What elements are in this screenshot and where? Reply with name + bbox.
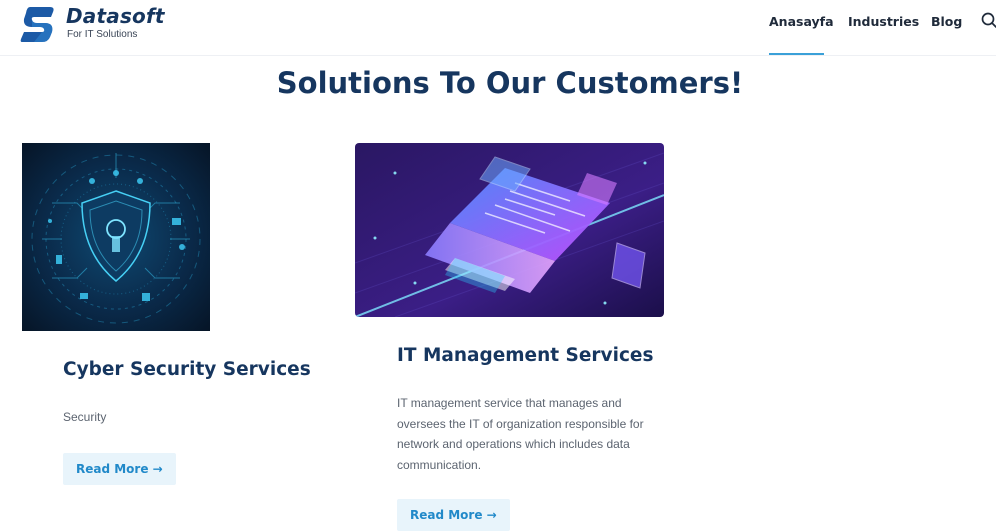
card-title[interactable]: IT Management Services [397, 344, 653, 368]
nav-item-anasayfa[interactable]: Anasayfa [769, 13, 834, 31]
nav-item-blog[interactable]: Blog [931, 13, 962, 31]
card-description: Security [63, 410, 107, 424]
cyber-security-image[interactable] [22, 143, 210, 331]
search-icon [981, 12, 996, 28]
nav-item-industries[interactable]: Industries [848, 13, 919, 31]
card-description: IT management service that manages and o… [397, 396, 644, 472]
card-title[interactable]: Cyber Security Services [63, 358, 311, 382]
it-management-image[interactable] [355, 143, 664, 317]
read-more-button[interactable]: Read More → [63, 453, 176, 485]
nav-active-indicator [769, 53, 824, 55]
brand-name[interactable]: Datasoft [66, 4, 165, 28]
brand-tagline: For IT Solutions [67, 29, 138, 40]
datasoft-logo-icon[interactable] [20, 5, 56, 43]
page-title: Solutions To Our Customers! [276, 66, 744, 100]
read-more-button[interactable]: Read More → [397, 499, 510, 531]
search-button[interactable] [980, 11, 996, 29]
site-header: Datasoft For IT Solutions Anasayfa Indus… [0, 0, 996, 56]
